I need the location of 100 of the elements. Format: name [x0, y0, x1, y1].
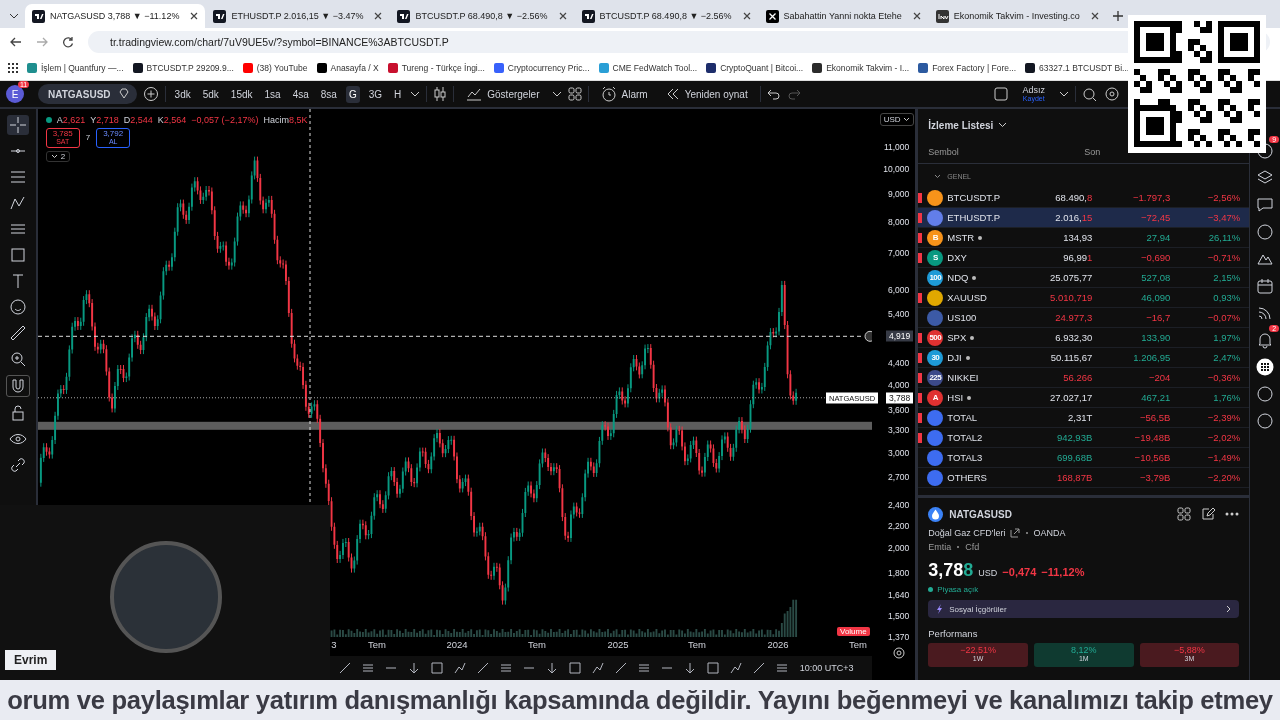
interval-tab[interactable]: G [345, 85, 360, 103]
drawing-tool-icon[interactable] [751, 661, 766, 676]
close-icon[interactable] [912, 12, 921, 20]
flag-marker[interactable] [918, 432, 923, 443]
interval-tab[interactable]: 1sa [261, 85, 284, 103]
flag-marker[interactable] [918, 192, 923, 203]
bookmark[interactable]: CryptoQuant | Bitcoi... [706, 63, 804, 73]
watchlist-row[interactable]: US100 24.977,3 −16,7 −0,07% [918, 308, 1250, 328]
candlestick-icon[interactable] [433, 86, 448, 102]
watchlist-row[interactable]: A HSI 27.027,17 467,21 1,76% [918, 388, 1250, 408]
reload-icon[interactable] [62, 36, 74, 48]
watchlist-row[interactable]: XAUUSD 5.010,719 46,090 0,93% [918, 288, 1250, 308]
watchlist-row[interactable]: TOTAL3 699,68B −10,56B −1,49% [918, 448, 1250, 468]
bookmark[interactable]: Tureng - Türkçe İngi... [387, 63, 485, 73]
bookmark[interactable]: 63327.1 BTCUSDT Bi... [1025, 63, 1130, 73]
chat-icon[interactable] [1256, 196, 1275, 214]
flag-marker[interactable] [918, 352, 923, 363]
chevron-down-icon[interactable] [551, 91, 562, 97]
interval-tab[interactable]: 3G [365, 85, 386, 103]
layouts-icon[interactable] [1177, 507, 1192, 521]
currency-button[interactable]: USD [879, 113, 914, 126]
interval-tab[interactable]: H [391, 85, 405, 103]
bookmark[interactable]: BTCUSDT.P 29209.9... [132, 63, 234, 73]
interval-tab[interactable]: 4sa [289, 85, 312, 103]
fullscreen-icon[interactable] [994, 87, 1009, 101]
bookmark[interactable]: İşlem | Quantfury —... [27, 63, 124, 73]
flag-marker[interactable] [918, 232, 923, 243]
apps-icon[interactable] [8, 63, 18, 73]
watchlist-row[interactable]: OTHERS 168,87B −3,79B −2,20% [918, 468, 1250, 488]
target-icon[interactable] [1256, 223, 1275, 241]
apps-icon[interactable] [1256, 358, 1275, 376]
quick-search-icon[interactable] [1082, 86, 1098, 102]
calendar-icon[interactable] [1256, 277, 1275, 295]
timezone-label[interactable]: 10:00 UTC+3 [799, 663, 854, 674]
chevron-down-icon[interactable] [1059, 91, 1069, 97]
watchlist-row[interactable]: ETHUSDT.P 2.016,15 −72,45 −3,47% [918, 208, 1250, 228]
drawing-tool-icon[interactable] [337, 661, 352, 676]
symbol-description-link[interactable]: Doğal Gaz CFD'leri [928, 528, 1006, 538]
layouts-icon[interactable] [567, 87, 582, 101]
watchlist-row[interactable]: TOTAL2 942,93B −19,48B −2,02% [918, 428, 1250, 448]
interval-tab[interactable]: 5dk [199, 85, 222, 103]
close-icon[interactable] [1090, 12, 1099, 20]
redo-icon[interactable] [786, 88, 801, 100]
flag-marker[interactable] [918, 412, 923, 423]
browser-tab[interactable]: BTCUSDT.P 68.490,8 ▼ −2.56% [574, 4, 758, 28]
chevron-down-icon[interactable] [410, 91, 421, 97]
close-icon[interactable] [558, 12, 567, 20]
flag-marker[interactable] [918, 212, 923, 223]
interval-tab[interactable]: 3dk [171, 85, 194, 103]
drawing-tool-icon[interactable] [613, 661, 628, 676]
browser-tab[interactable]: Sabahattin Yanni nokta Etehe [758, 4, 928, 28]
bookmark[interactable]: (38) YouTube [242, 63, 308, 73]
indicators-collapse-button[interactable]: 2 [45, 150, 71, 162]
column-header[interactable]: Son [1048, 147, 1101, 157]
browser-tab[interactable]: BTCUSDT.P 68.490,8 ▼ −2.56% [390, 4, 574, 28]
crosshair-icon[interactable] [6, 115, 29, 135]
new-tab-icon[interactable] [1112, 11, 1123, 21]
drawing-tool-icon[interactable] [728, 661, 743, 676]
watchlist-row[interactable]: 225 NIKKEI 56.266 −204 −0,36% [918, 368, 1250, 388]
more-icon[interactable] [1225, 512, 1240, 516]
watchlist-row[interactable]: S DXY 96,991 −0,690 −0,71% [918, 248, 1250, 268]
bookmark[interactable]: Cryptocurrency Pric... [493, 63, 590, 73]
watchlist-row[interactable]: TOTAL 2,31T −56,5B −2,39% [918, 408, 1250, 428]
external-link-icon[interactable] [1009, 528, 1020, 538]
magnet-icon[interactable] [5, 375, 30, 397]
undo-icon[interactable] [766, 88, 781, 100]
bookmark[interactable]: Anasayfa / X [316, 63, 379, 73]
settings-icon[interactable] [893, 647, 906, 659]
ideas-icon[interactable] [1256, 412, 1275, 430]
add-symbol-icon[interactable] [142, 86, 159, 102]
watchlist-row[interactable]: 30 DJI 50.115,67 1.206,95 2,47% [918, 348, 1250, 368]
interval-tab[interactable]: 15dk [227, 85, 256, 103]
watchlist-row[interactable]: 500 SPX 6.932,30 133,90 1,97% [918, 328, 1250, 348]
replay-button[interactable]: Yeniden oynat [659, 87, 754, 101]
flag-marker[interactable] [918, 372, 923, 383]
flag-marker[interactable] [918, 332, 923, 343]
alert-button[interactable]: Alarm [594, 85, 654, 103]
flag-marker[interactable] [918, 392, 923, 403]
indicators-button[interactable]: Göstergeler [460, 86, 546, 102]
watchlist-title[interactable]: İzleme Listesi [928, 119, 994, 131]
close-icon[interactable] [742, 12, 751, 20]
drawing-tool-icon[interactable] [590, 661, 605, 676]
flag-marker[interactable] [918, 252, 923, 263]
chevron-down-icon[interactable] [998, 122, 1008, 128]
add-alert-icon[interactable] [864, 330, 872, 342]
browser-tab[interactable]: ETHUSDT.P 2.016,15 ▼ −3.47% [206, 4, 390, 28]
back-icon[interactable] [10, 36, 22, 48]
bookmark[interactable]: Forex Factory | Fore... [918, 63, 1017, 73]
close-icon[interactable] [374, 12, 383, 20]
watchlist-row[interactable]: 100 NDQ 25.075,77 527,08 2,15% [918, 268, 1250, 288]
browser-tab[interactable]: Ekonomik Takvim - Investing.co [928, 4, 1106, 28]
social-insights-button[interactable]: Sosyal İçgörüler [928, 600, 1240, 618]
bookmark[interactable]: CME FedWatch Tool... [598, 63, 698, 73]
browser-tab[interactable]: NATGASUSD 3,788 ▼ −11.12% [25, 4, 206, 28]
flag-marker[interactable] [918, 292, 923, 303]
drawing-tool-icon[interactable] [452, 661, 467, 676]
bookmark[interactable]: Ekonomik Takvim - I... [812, 63, 910, 73]
symbol-search-button[interactable]: NATGASUSD [38, 84, 137, 104]
settings-icon[interactable] [1104, 86, 1120, 102]
interval-tab[interactable]: 8sa [317, 85, 340, 103]
